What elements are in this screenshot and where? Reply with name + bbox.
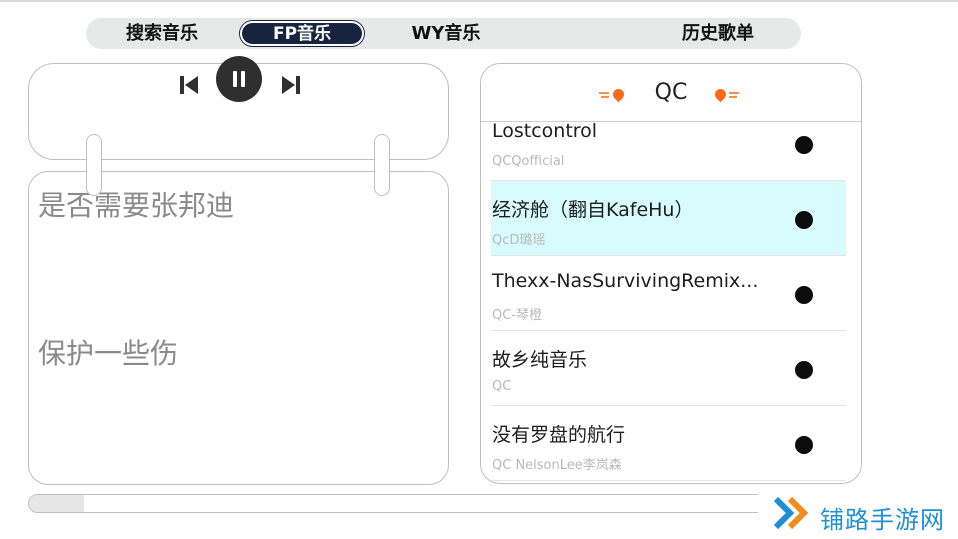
- skip-previous-icon[interactable]: [177, 73, 201, 97]
- skip-next-icon[interactable]: [279, 73, 303, 97]
- playlist-header: QC: [481, 64, 861, 122]
- pause-bar-left: [233, 71, 237, 87]
- tab-bar: 搜索音乐 FP音乐 WY音乐 历史歌单: [86, 18, 801, 49]
- lyric-line-next: 保护一些伤: [38, 337, 179, 370]
- song-item[interactable]: 没有罗盘的航行 QC NelsonLee李岚森: [491, 406, 846, 481]
- song-item[interactable]: Thexx-NasSurvivingRemix... QC-琴橙: [491, 256, 846, 331]
- playlist-title: QC: [654, 80, 688, 105]
- playback-progress-bar[interactable]: [28, 494, 768, 513]
- pause-bar-right: [241, 71, 245, 87]
- lyric-line-current: 是否需要张邦迪: [38, 189, 235, 222]
- lyrics-card: 是否需要张邦迪 保护一些伤: [28, 171, 449, 485]
- card-connector-right: [374, 134, 390, 196]
- song-artist: QCQofficial: [492, 154, 565, 169]
- song-list: Lostcontrol QCQofficial 经济舱（翻自KafeHu） Qc…: [491, 106, 846, 481]
- chevron-logo-icon: [773, 496, 809, 530]
- tab-search-music[interactable]: 搜索音乐: [114, 18, 210, 49]
- song-artist: QC: [492, 379, 512, 394]
- song-artist: QC-琴橙: [492, 308, 543, 323]
- song-title: 经济舱（翻自KafeHu）: [492, 199, 694, 221]
- song-title: Thexx-NasSurvivingRemix...: [492, 270, 759, 292]
- song-title: 故乡纯音乐: [492, 349, 588, 371]
- watermark: 铺路手游网: [758, 489, 958, 539]
- song-dot-icon[interactable]: [795, 436, 813, 454]
- song-dot-icon[interactable]: [795, 136, 813, 154]
- tab-wy-music[interactable]: WY音乐: [404, 18, 488, 49]
- pause-icon[interactable]: [216, 56, 262, 102]
- card-connector-left: [86, 134, 102, 196]
- song-dot-icon[interactable]: [795, 211, 813, 229]
- watermark-text: 铺路手游网: [820, 506, 945, 534]
- song-title: Lostcontrol: [492, 120, 598, 142]
- song-item-active[interactable]: 经济舱（翻自KafeHu） QcD璐瑶: [491, 181, 846, 256]
- progress-fill: [29, 495, 85, 512]
- top-divider: [0, 0, 958, 2]
- song-dot-icon[interactable]: [795, 286, 813, 304]
- song-artist: QC NelsonLee李岚森: [492, 458, 622, 473]
- song-artist: QcD璐瑶: [492, 233, 546, 248]
- song-title: 没有罗盘的航行: [492, 424, 626, 446]
- song-item[interactable]: 故乡纯音乐 QC: [491, 331, 846, 406]
- playlist-panel: QC Lostcontrol QCQofficial 经济舱（翻自KafeHu）…: [480, 63, 862, 484]
- song-dot-icon[interactable]: [795, 361, 813, 379]
- tab-history-playlist[interactable]: 历史歌单: [668, 18, 768, 49]
- flame-icon-right: [712, 86, 741, 103]
- tab-fp-music[interactable]: FP音乐: [240, 21, 364, 46]
